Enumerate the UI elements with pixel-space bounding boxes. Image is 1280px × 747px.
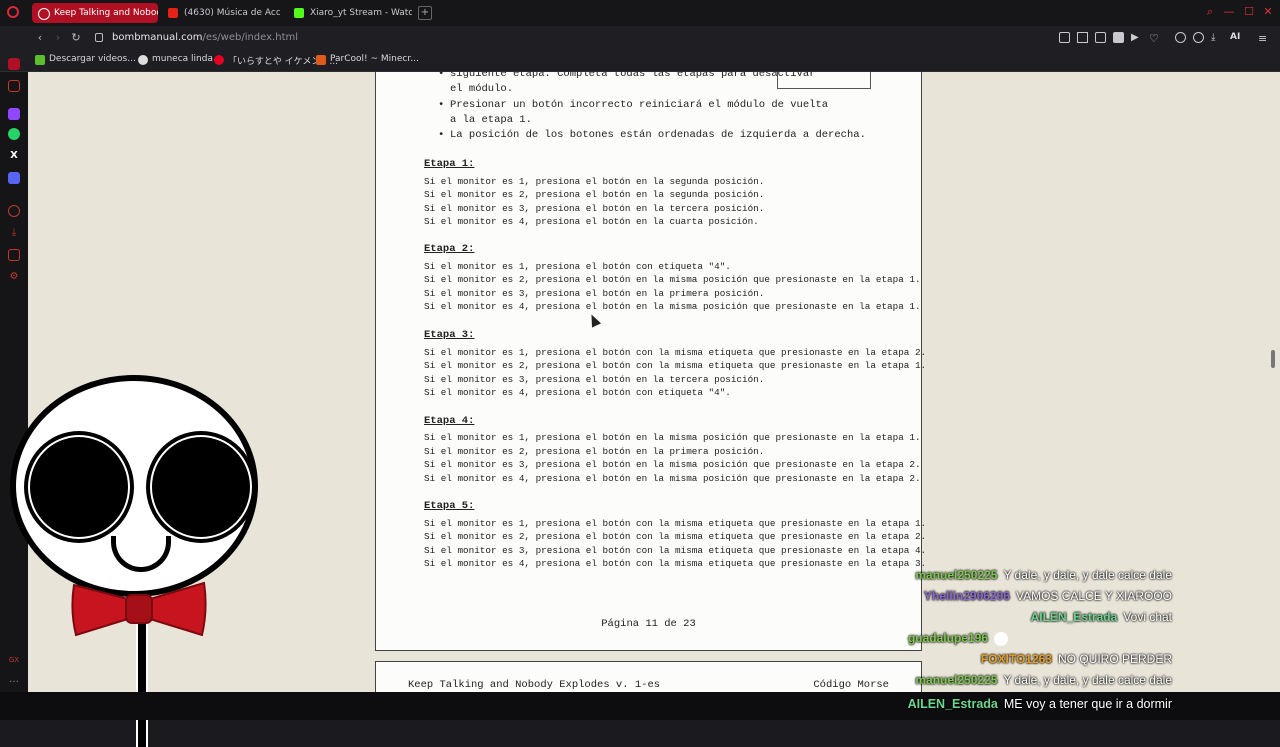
download-arrow-icon: [35, 55, 45, 65]
bow-tie-icon: [71, 581, 207, 637]
play-icon[interactable]: ▶: [1131, 32, 1142, 43]
stage-line: Si el monitor es 3, presiona el botón en…: [424, 459, 921, 470]
reload-icon[interactable]: ↻: [69, 31, 83, 44]
downloads-icon[interactable]: ⤓: [8, 227, 20, 239]
scrollbar-thumb[interactable]: [1271, 350, 1275, 368]
stage-title: Etapa 1:: [424, 158, 475, 170]
chat-message: AILEN_Estrada Vovi chat: [1030, 610, 1172, 624]
close-icon[interactable]: ✕: [1261, 5, 1275, 19]
sparkle-icon: [138, 55, 148, 65]
profile-icon[interactable]: [1193, 32, 1204, 43]
bookmark-muneca[interactable]: muneca linda: [138, 54, 213, 65]
pinterest-icon: [214, 55, 224, 65]
streamer-mascot: [10, 375, 262, 747]
chat-message: Yhellin2906206 VAMOS CALCE Y XIAROOO: [923, 589, 1172, 603]
stage-line: Si el monitor es 4, presiona el botón co…: [424, 558, 927, 569]
twitch-icon[interactable]: [8, 108, 20, 120]
stage-line: Si el monitor es 4, presiona el botón co…: [424, 387, 731, 398]
bookmark-parcool[interactable]: ParCool! ~ Minecr...: [316, 54, 419, 65]
minimize-icon[interactable]: —: [1222, 5, 1236, 19]
youtube-icon: [168, 8, 178, 18]
page-header-section: Código Morse: [813, 679, 889, 691]
tab-bar: Keep Talking and Nobody (4630) Música de…: [0, 0, 1280, 26]
chat-message: FOXITO1263 NO QUIRO PERDER: [980, 652, 1172, 666]
bookmark-icon[interactable]: [1077, 32, 1088, 43]
tab-youtube-music[interactable]: (4630) Música de Acc: [162, 3, 280, 23]
search-tabs-icon[interactable]: ⌕: [1203, 5, 1217, 19]
stage-line: Si el monitor es 2, presiona el botón en…: [424, 189, 765, 200]
stage-line: Si el monitor es 2, presiona el botón en…: [424, 446, 765, 457]
mascot-eye-right: [146, 431, 256, 543]
back-icon[interactable]: ‹: [33, 31, 47, 44]
stage-line: Si el monitor es 4, presiona el botón en…: [424, 301, 921, 312]
bullet-item: Presionar un botón incorrecto reiniciará…: [438, 98, 830, 128]
next-manual-page: Keep Talking and Nobody Explodes v. 1-es…: [375, 661, 922, 692]
stage-line: Si el monitor es 3, presiona el botón en…: [424, 374, 765, 385]
new-tab-button[interactable]: +: [418, 6, 432, 20]
stage-line: Si el monitor es 2, presiona el botón co…: [424, 360, 927, 371]
lock-icon: [95, 33, 103, 42]
maximize-icon[interactable]: ☐: [1242, 5, 1256, 19]
stage-title: Etapa 2:: [424, 243, 475, 255]
chat-message: manuel250225 Y dale, y dale, y dale calce…: [915, 673, 1172, 687]
panda-emote-icon: [994, 631, 1008, 646]
shield-icon[interactable]: [1113, 32, 1124, 43]
page-header-title: Keep Talking and Nobody Explodes v. 1-es: [408, 679, 661, 691]
stage-line: Si el monitor es 2, presiona el botón en…: [424, 274, 921, 285]
download-icon[interactable]: ⤓: [1211, 32, 1222, 43]
page-number: Página 11 de 23: [601, 618, 696, 630]
stage-line: Si el monitor es 1, presiona el botón en…: [424, 432, 921, 443]
more-icon[interactable]: …: [8, 674, 20, 686]
sidebar-video-icon[interactable]: [8, 80, 20, 92]
tab-keep-talking[interactable]: Keep Talking and Nobody: [32, 3, 158, 23]
stage-line: Si el monitor es 4, presiona el botón en…: [424, 216, 759, 227]
chat-message: manuel250225 Y dale, y dale, y dale calce…: [915, 568, 1172, 582]
settings-gear-icon[interactable]: ⚙: [8, 271, 20, 283]
split-view-icon[interactable]: [1059, 32, 1070, 43]
gx-icon[interactable]: GX: [8, 654, 20, 666]
mascot-mouth: [111, 536, 171, 572]
whatsapp-icon[interactable]: [8, 128, 20, 140]
stage-title: Etapa 3:: [424, 329, 475, 341]
address-bar: ‹ › ↻ bombmanual.com/es/web/index.html ▶…: [0, 26, 1280, 50]
discord-icon[interactable]: [8, 172, 20, 184]
mascot-eye-left: [24, 431, 134, 543]
kick-icon: [294, 8, 304, 18]
stage-line: Si el monitor es 3, presiona el botón en…: [424, 203, 765, 214]
stage-title: Etapa 4:: [424, 415, 475, 427]
curseforge-icon: [316, 55, 326, 65]
stage-line: Si el monitor es 4, presiona el botón en…: [424, 473, 921, 484]
stage-line: Si el monitor es 2, presiona el botón co…: [424, 531, 927, 542]
url-field[interactable]: bombmanual.com/es/web/index.html: [112, 32, 298, 43]
chat-message-latest: AILEN_Estrada ME voy a tener que ir a dor…: [907, 697, 1172, 711]
history-icon[interactable]: [8, 205, 20, 217]
x-twitter-icon[interactable]: X: [8, 150, 20, 162]
mascot-head: [10, 375, 258, 597]
stage-title: Etapa 5:: [424, 500, 475, 512]
bookmark-descargar[interactable]: Descargar videos...: [35, 54, 136, 65]
aria-ai-button[interactable]: AI: [1230, 32, 1240, 42]
stage-line: Si el monitor es 1, presiona el botón en…: [424, 176, 765, 187]
opera-logo-icon[interactable]: [7, 6, 19, 18]
stage-line: Si el monitor es 1, presiona el botón co…: [424, 518, 927, 529]
snapshot-icon[interactable]: [1095, 32, 1106, 43]
stage-line: Si el monitor es 3, presiona el botón en…: [424, 288, 765, 299]
bottom-chat-strip: AILEN_Estrada ME voy a tener que ir a dor…: [0, 692, 1280, 720]
tab-kick-stream[interactable]: Xiaro_yt Stream - Watch L: [288, 3, 412, 23]
chat-message: guadalupe196: [908, 631, 1008, 646]
stage-line: Si el monitor es 3, presiona el botón co…: [424, 545, 927, 556]
stage-line: Si el monitor es 1, presiona el botón co…: [424, 347, 927, 358]
bullet-item: siguiente etapa. Completa todas las etap…: [438, 72, 830, 97]
bookmarks-bar: Descargar videos... muneca linda 「いらすとや …: [0, 50, 1280, 72]
sidebar-unknown-icon[interactable]: [8, 58, 20, 70]
heart-icon[interactable]: ♡: [1149, 32, 1160, 45]
extensions-icon[interactable]: [1175, 32, 1186, 43]
menu-icon[interactable]: ≡: [1258, 32, 1269, 45]
bullet-item: La posición de los botones están ordenad…: [438, 128, 880, 143]
forward-icon[interactable]: ›: [51, 31, 65, 44]
extensions-sidebar-icon[interactable]: [8, 249, 20, 261]
stage-line: Si el monitor es 1, presiona el botón co…: [424, 261, 731, 272]
tab-favicon-icon: [38, 8, 50, 20]
manual-page: siguiente etapa. Completa todas las etap…: [375, 72, 926, 651]
